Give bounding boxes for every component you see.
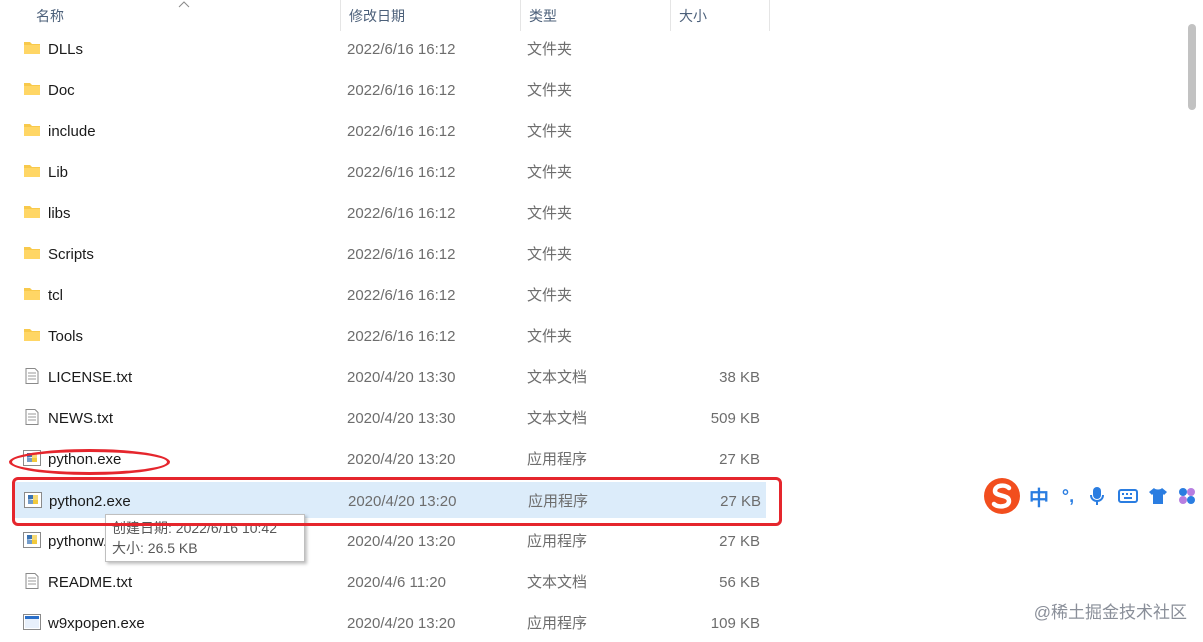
vertical-scrollbar-thumb[interactable] <box>1188 24 1196 110</box>
file-modified-date: 2022/6/16 16:12 <box>347 287 456 304</box>
column-header-bar: 名称 修改日期 类型 大小 <box>0 0 770 31</box>
folder-icon <box>23 286 41 302</box>
file-size: 27 KB <box>719 533 760 550</box>
file-row[interactable]: DLLs 2022/6/16 16:12 文件夹 <box>14 31 766 67</box>
red-ellipse-annotation <box>9 449 170 475</box>
file-row[interactable]: NEWS.txt 2020/4/20 13:30 文本文档 509 KB <box>14 400 766 436</box>
file-size: 27 KB <box>719 451 760 468</box>
file-type: 文件夹 <box>527 41 573 58</box>
column-header-type[interactable]: 类型 <box>520 0 670 31</box>
file-name[interactable]: include <box>48 113 96 149</box>
file-row[interactable]: LICENSE.txt 2020/4/20 13:30 文本文档 38 KB <box>14 359 766 395</box>
file-row[interactable]: Lib 2022/6/16 16:12 文件夹 <box>14 154 766 190</box>
file-name[interactable]: libs <box>48 195 71 231</box>
folder-icon <box>23 122 41 138</box>
file-size <box>660 277 760 313</box>
file-row[interactable]: libs 2022/6/16 16:12 文件夹 <box>14 195 766 231</box>
file-row[interactable]: Scripts 2022/6/16 16:12 文件夹 <box>14 236 766 272</box>
file-modified-date: 2022/6/16 16:12 <box>347 41 456 58</box>
keyboard-icon[interactable] <box>1115 474 1141 518</box>
file-row[interactable]: README.txt 2020/4/6 11:20 文本文档 56 KB <box>14 564 766 600</box>
file-size <box>660 31 760 67</box>
file-type: 文件夹 <box>527 246 573 263</box>
python-icon <box>23 532 41 548</box>
file-type: 文件夹 <box>527 287 573 304</box>
file-name[interactable]: LICENSE.txt <box>48 359 132 395</box>
file-modified-date: 2022/6/16 16:12 <box>347 82 456 99</box>
file-modified-date: 2020/4/20 13:20 <box>347 615 456 632</box>
tooltip-size: 大小: 26.5 KB <box>112 540 198 556</box>
ime-toolbar: 中 °, <box>978 474 1203 518</box>
folder-icon <box>23 40 41 56</box>
column-header-size[interactable]: 大小 <box>670 0 770 31</box>
file-name[interactable]: Tools <box>48 318 83 354</box>
file-size <box>660 154 760 190</box>
file-modified-date: 2020/4/20 13:30 <box>347 369 456 386</box>
text-file-icon <box>23 368 41 384</box>
file-modified-date: 2022/6/16 16:12 <box>347 164 456 181</box>
file-type: 应用程序 <box>527 615 588 632</box>
file-modified-date: 2020/4/20 13:20 <box>347 533 456 550</box>
file-row[interactable]: Tools 2022/6/16 16:12 文件夹 <box>14 318 766 354</box>
file-size <box>660 318 760 354</box>
file-type: 应用程序 <box>527 451 588 468</box>
file-type: 文本文档 <box>527 369 588 386</box>
file-name[interactable]: DLLs <box>48 31 83 67</box>
microphone-icon[interactable] <box>1085 474 1109 518</box>
file-modified-date: 2020/4/20 13:20 <box>347 451 456 468</box>
file-type: 文本文档 <box>527 574 588 591</box>
file-row[interactable]: tcl 2022/6/16 16:12 文件夹 <box>14 277 766 313</box>
folder-icon <box>23 245 41 261</box>
folder-icon <box>23 327 41 343</box>
file-type: 文本文档 <box>527 410 588 427</box>
file-type: 应用程序 <box>527 533 588 550</box>
sort-ascending-icon <box>178 1 190 8</box>
file-size <box>660 72 760 108</box>
file-type: 文件夹 <box>527 164 573 181</box>
file-row[interactable]: w9xpopen.exe 2020/4/20 13:20 应用程序 109 KB <box>14 605 766 641</box>
file-type: 文件夹 <box>527 82 573 99</box>
column-header-date[interactable]: 修改日期 <box>340 0 520 31</box>
file-size <box>660 113 760 149</box>
file-modified-date: 2020/4/6 11:20 <box>347 574 446 591</box>
file-size: 109 KB <box>710 615 760 632</box>
file-name[interactable]: NEWS.txt <box>48 400 113 436</box>
file-size <box>660 236 760 272</box>
ime-mode-chinese[interactable]: 中 <box>1026 474 1052 518</box>
file-size <box>660 195 760 231</box>
file-row[interactable]: include 2022/6/16 16:12 文件夹 <box>14 113 766 149</box>
skin-tshirt-icon[interactable] <box>1145 474 1171 518</box>
file-name[interactable]: Scripts <box>48 236 94 272</box>
toolbox-icon[interactable] <box>1175 474 1199 518</box>
folder-icon <box>23 163 41 179</box>
file-name[interactable]: Doc <box>48 72 75 108</box>
folder-icon <box>23 81 41 97</box>
window-app-icon <box>23 614 41 630</box>
file-type: 文件夹 <box>527 123 573 140</box>
ime-punctuation-toggle[interactable]: °, <box>1056 474 1080 518</box>
file-row[interactable]: Doc 2022/6/16 16:12 文件夹 <box>14 72 766 108</box>
watermark: @稀土掘金技术社区 <box>1033 603 1187 622</box>
file-name[interactable]: tcl <box>48 277 63 313</box>
file-modified-date: 2022/6/16 16:12 <box>347 246 456 263</box>
red-rectangle-annotation <box>12 477 782 526</box>
file-name[interactable]: Lib <box>48 154 68 190</box>
text-file-icon <box>23 409 41 425</box>
file-modified-date: 2022/6/16 16:12 <box>347 328 456 345</box>
file-name[interactable]: w9xpopen.exe <box>48 605 145 641</box>
file-modified-date: 2022/6/16 16:12 <box>347 123 456 140</box>
file-type: 文件夹 <box>527 205 573 222</box>
file-name[interactable]: README.txt <box>48 564 132 600</box>
file-modified-date: 2022/6/16 16:12 <box>347 205 456 222</box>
file-size: 509 KB <box>710 410 760 427</box>
sogou-logo-icon[interactable] <box>980 474 1024 518</box>
folder-icon <box>23 204 41 220</box>
text-file-icon <box>23 573 41 589</box>
file-size: 56 KB <box>719 574 760 591</box>
file-type: 文件夹 <box>527 328 573 345</box>
file-size: 38 KB <box>719 369 760 386</box>
file-modified-date: 2020/4/20 13:30 <box>347 410 456 427</box>
